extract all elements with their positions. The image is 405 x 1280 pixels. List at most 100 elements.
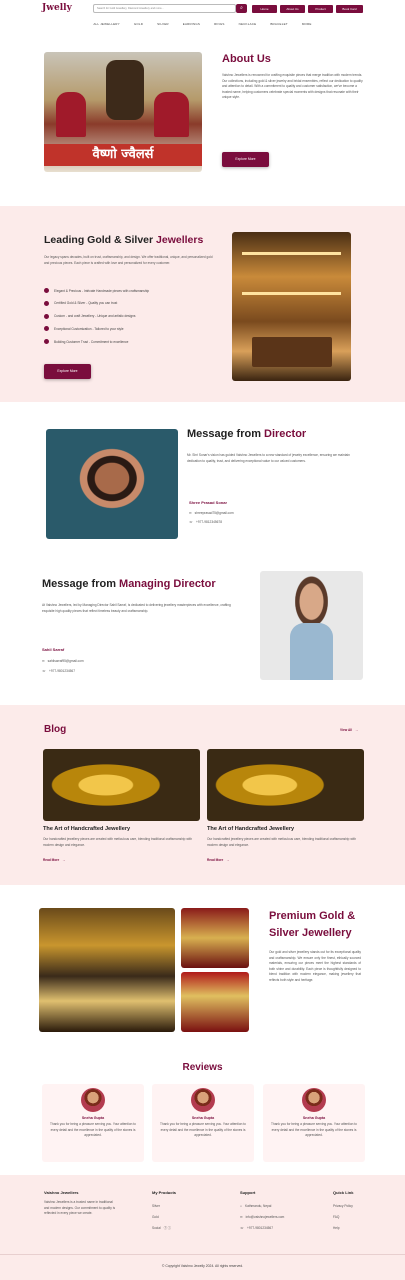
premium-title: Premium Gold & Silver Jewellery	[269, 910, 356, 939]
footer-products-title: My Products	[152, 1190, 177, 1195]
search-input[interactable]: Search for Gold Jewellery, Diamond Jewel…	[93, 4, 236, 13]
premium-image-1	[39, 908, 175, 1032]
footer-link-help[interactable]: Help	[333, 1223, 353, 1234]
category-rings[interactable]: RINGS	[214, 22, 225, 26]
md-phone-row: ☏ +977-9801234567	[42, 669, 75, 673]
blog-post-text-1: Our handcrafted jewellery pieces are cre…	[43, 837, 193, 847]
footer-email[interactable]: ✉ info@vaishnojewellers.com	[240, 1212, 284, 1223]
blog-read-more-1[interactable]: Read More →	[43, 858, 65, 862]
footer-quick-list: Privacy Policy FAQ Help	[333, 1201, 353, 1234]
read-more-label: Read More	[207, 858, 224, 862]
blog-read-more-2[interactable]: Read More →	[207, 858, 229, 862]
review-text: Thank you for being a pleasure serving y…	[160, 1122, 246, 1138]
check-icon	[44, 313, 49, 319]
copyright: © Copyright Vaishno Jewelly 2024. All ri…	[0, 1264, 405, 1268]
review-card-2: Sneha Gupta Thank you for being a pleasu…	[152, 1084, 254, 1162]
nav-product[interactable]: Product	[308, 5, 333, 13]
reviewer-avatar	[81, 1088, 105, 1112]
director-phone[interactable]: +977-9812345678	[196, 520, 222, 524]
footer-address: ⌂ Kathmandu, Nepal	[240, 1201, 284, 1212]
category-gold[interactable]: GOLD	[134, 22, 143, 26]
footer-social-label: Social	[152, 1226, 161, 1230]
logo[interactable]: Jwelly	[42, 3, 72, 13]
feature-label: Custom - and craft Jewellery - Unique an…	[54, 314, 136, 319]
nav-home[interactable]: Home	[252, 5, 277, 13]
md-name: Sahil Sarraf	[42, 647, 65, 652]
blog-post-title-1[interactable]: The Art of Handcrafted Jewellery	[43, 826, 130, 832]
feature-item: Custom - and craft Jewellery - Unique an…	[44, 313, 224, 319]
check-icon	[44, 326, 49, 332]
review-text: Thank you for being a pleasure serving y…	[50, 1122, 136, 1138]
director-text: Mr. Shri Sonar's vision has guided Vaish…	[187, 453, 350, 463]
blog-image-2[interactable]	[207, 749, 364, 821]
review-card-3: Sneha Gupta Thank you for being a pleasu…	[263, 1084, 365, 1162]
review-card-1: Sneha Gupta Thank you for being a pleasu…	[42, 1084, 144, 1162]
director-title-plain: Message from	[187, 428, 265, 440]
category-all[interactable]: ALL JEWELLERY	[93, 22, 119, 26]
blog-view-all[interactable]: View All →	[340, 728, 358, 732]
about-title: About Us	[222, 53, 271, 65]
nav-about[interactable]: About Us	[280, 5, 305, 13]
feature-label: Exceptional Customization - Tailored to …	[54, 326, 124, 331]
category-bracelet[interactable]: BRACELET	[270, 22, 287, 26]
footer-link-privacy[interactable]: Privacy Policy	[333, 1201, 353, 1212]
phone-icon: ☏	[189, 520, 193, 524]
director-email-row: ✉ shreeprasad75@gmail.com	[189, 511, 234, 515]
category-silver[interactable]: SILVER	[157, 22, 169, 26]
director-email[interactable]: shreeprasad75@gmail.com	[195, 511, 234, 515]
md-phone[interactable]: +977-9801234567	[49, 669, 75, 673]
director-phone-row: ☏ +977-9812345678	[189, 520, 222, 524]
footer-link-social[interactable]: Social ⓕ ⓘ	[152, 1223, 171, 1234]
about-image: वैष्णो ज्वैलर्स	[44, 52, 202, 172]
shelf-light	[242, 252, 341, 255]
copyright-text: Copyright Vaishno Jewelly 2024. All righ…	[165, 1264, 244, 1268]
mail-icon: ✉	[189, 511, 192, 515]
shelf-light	[242, 292, 341, 295]
blog-post-title-2[interactable]: The Art of Handcrafted Jewellery	[207, 826, 294, 832]
footer-brand: Vaishno Jewellers	[44, 1190, 79, 1195]
category-more[interactable]: MORE	[302, 22, 312, 26]
location-icon: ⌂	[240, 1204, 242, 1208]
md-title-plain: Message from	[42, 578, 120, 590]
about-explore-button[interactable]: Explore More	[222, 152, 269, 167]
footer-link-gold[interactable]: Gold	[152, 1212, 171, 1223]
md-email[interactable]: sahilsarraf95@gmail.com	[48, 659, 84, 663]
reviewer-avatar	[191, 1088, 215, 1112]
leading-title-plain: Leading Gold & Silver	[44, 234, 157, 246]
category-nav: ALL JEWELLERY GOLD SILVER EARRINGS RINGS…	[0, 19, 405, 28]
feature-item: Exceptional Customization - Tailored to …	[44, 326, 224, 332]
social-icons: ⓕ ⓘ	[163, 1226, 171, 1230]
feature-item: Building Customer Trust - Commitment to …	[44, 339, 224, 345]
jewelry-display	[154, 92, 189, 137]
category-necklace[interactable]: NECKLACE	[239, 22, 257, 26]
footer-link-faq[interactable]: FAQ	[333, 1212, 353, 1223]
store-interior-image	[232, 232, 351, 381]
md-shirt	[290, 623, 333, 680]
leading-explore-button[interactable]: Explore More	[44, 364, 91, 379]
feature-label: Elegant & Precious - Intricate Handmade …	[54, 288, 150, 293]
category-earrings[interactable]: EARRINGS	[183, 22, 200, 26]
check-icon	[44, 300, 49, 306]
footer-support-list: ⌂ Kathmandu, Nepal ✉ info@vaishnojewellers…	[240, 1201, 284, 1234]
search-button[interactable]: ⌕	[236, 4, 247, 13]
blog-post-text-2: Our handcrafted jewellery pieces are cre…	[207, 837, 357, 847]
premium-image-3	[181, 972, 249, 1032]
shop-sign: वैष्णो ज्वैलर्स	[44, 144, 202, 166]
leading-text: Our legacy spans decades, built on trust…	[44, 255, 213, 265]
arrow-right-icon: →	[355, 728, 359, 732]
arrow-right-icon: →	[62, 858, 66, 862]
reviews-title: Reviews	[182, 1062, 223, 1073]
director-name: Shree Prasad Sonar	[189, 500, 228, 505]
view-all-label: View All	[340, 728, 353, 732]
footer-support-title: Support	[240, 1190, 256, 1195]
footer-address-text: Kathmandu, Nepal	[244, 1204, 272, 1208]
footer-link-silver[interactable]: Silver	[152, 1201, 171, 1212]
blog-image-1[interactable]	[43, 749, 200, 821]
nav-book-card[interactable]: Book Card	[336, 5, 363, 13]
display-counter	[252, 337, 332, 367]
footer-divider	[0, 1254, 405, 1255]
mail-icon: ✉	[42, 659, 45, 663]
md-title-accent: Managing Director	[119, 578, 216, 590]
about-text: Vaishno Jewellers is renowned for crafti…	[222, 73, 363, 100]
footer-phone[interactable]: ☏ +977-9801234567	[240, 1223, 284, 1234]
